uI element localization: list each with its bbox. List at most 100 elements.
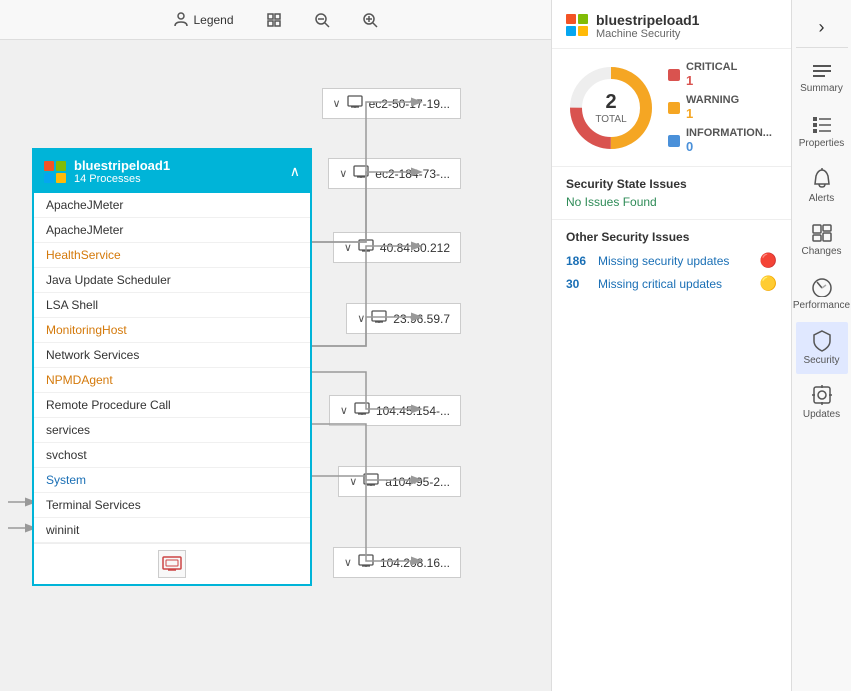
performance-icon — [811, 277, 833, 297]
remote-node-collapse[interactable]: ∨ — [349, 475, 357, 488]
node-card-subtitle: 14 Processes — [74, 173, 170, 185]
process-item[interactable]: Terminal Services — [34, 493, 310, 518]
process-item[interactable]: wininit — [34, 518, 310, 543]
sidebar-item-security[interactable]: Security — [796, 322, 848, 374]
remote-node[interactable]: ∨ 104.45.154-... — [329, 395, 461, 426]
info-dot — [668, 135, 680, 147]
sidebar-expand-button[interactable]: › — [796, 8, 848, 48]
updates-icon — [811, 384, 833, 406]
far-sidebar: › Summary Properties Alerts — [791, 0, 851, 691]
remote-node-collapse[interactable]: ∨ — [333, 97, 341, 110]
node-card: bluestripeload1 14 Processes ∧ ApacheJMe… — [32, 148, 312, 586]
summary-label: Summary — [800, 83, 843, 94]
security-panel: bluestripeload1 Machine Security 2 TOTAL — [551, 0, 791, 691]
canvas-area: Legend — [0, 0, 551, 691]
other-issue-item: 186 Missing security updates 🔴 — [566, 252, 777, 269]
sidebar-item-summary[interactable]: Summary — [796, 52, 848, 104]
node-details-button[interactable] — [158, 550, 186, 578]
remote-node-label: 40.84.50.212 — [380, 241, 450, 255]
remote-node-collapse[interactable]: ∨ — [357, 312, 365, 325]
legend-warning: WARNING 1 — [668, 94, 772, 121]
zoom-out-button[interactable] — [306, 8, 338, 32]
monitor-icon — [358, 554, 374, 571]
legend-button[interactable]: Legend — [165, 8, 241, 32]
process-item[interactable]: Java Update Scheduler — [34, 268, 310, 293]
fit-button[interactable] — [258, 8, 290, 32]
performance-label: Performance — [793, 300, 850, 311]
other-issue-item: 30Missing critical updates🟡 — [566, 275, 777, 292]
remote-node[interactable]: ∨23.96.59.7 — [346, 303, 461, 334]
process-item[interactable]: services — [34, 418, 310, 443]
process-item[interactable]: MonitoringHost — [34, 318, 310, 343]
windows-logo — [44, 161, 66, 183]
donut-section: 2 TOTAL CRITICAL 1 WARNING 1 — [552, 49, 791, 167]
sidebar-item-changes[interactable]: Changes — [796, 214, 848, 266]
process-item[interactable]: Network Services — [34, 343, 310, 368]
sidebar-item-performance[interactable]: Performance — [796, 268, 848, 320]
remote-node-collapse[interactable]: ∨ — [344, 556, 352, 569]
donut-chart: 2 TOTAL — [566, 63, 656, 153]
security-header: bluestripeload1 Machine Security — [552, 0, 791, 49]
node-card-header: bluestripeload1 14 Processes ∧ — [34, 150, 310, 193]
process-item[interactable]: HealthService — [34, 243, 310, 268]
properties-label: Properties — [799, 138, 845, 149]
remote-node-label: ec2-184-73-... — [375, 167, 450, 181]
security-windows-logo — [566, 14, 588, 36]
legend-label: Legend — [193, 13, 233, 27]
remote-node-collapse[interactable]: ∨ — [344, 241, 352, 254]
other-issue-count[interactable]: 30 — [566, 277, 590, 291]
process-item[interactable]: NPMDAgent — [34, 368, 310, 393]
process-item[interactable]: ApacheJMeter — [34, 218, 310, 243]
process-list: ApacheJMeterApacheJMeterHealthServiceJav… — [34, 193, 310, 543]
security-label: Security — [803, 355, 839, 366]
node-card-title: bluestripeload1 — [74, 158, 170, 173]
remote-node-label: 104.45.154-... — [376, 404, 450, 418]
monitor-icon — [354, 402, 370, 419]
donut-label: 2 TOTAL — [595, 91, 626, 125]
remote-node[interactable]: ∨ 40.84.50.212 — [333, 232, 461, 263]
warning-dot — [668, 102, 680, 114]
other-issues-list: 186 Missing security updates 🔴 30 Missing cr… — [566, 252, 777, 292]
alerts-label: Alerts — [809, 193, 835, 204]
no-issues-message: No Issues Found — [566, 195, 777, 209]
monitor-icon — [363, 473, 379, 490]
sidebar-item-properties[interactable]: Properties — [796, 106, 848, 158]
other-issue-count[interactable]: 186 — [566, 254, 590, 268]
monitor-icon — [353, 165, 369, 182]
critical-dot — [668, 69, 680, 81]
security-state-section: Security State Issues No Issues Found — [552, 167, 791, 220]
changes-icon — [811, 223, 833, 243]
monitor-icon — [371, 310, 387, 327]
legend-critical: CRITICAL 1 — [668, 61, 772, 88]
remote-node-collapse[interactable]: ∨ — [340, 404, 348, 417]
process-item[interactable]: System — [34, 468, 310, 493]
remote-node-label: ec2-50-17-19... — [369, 97, 450, 111]
other-issue-desc[interactable]: Missing critical updates — [598, 277, 752, 291]
remote-node-collapse[interactable]: ∨ — [339, 167, 347, 180]
monitor-icon — [347, 95, 363, 112]
process-item[interactable]: LSA Shell — [34, 293, 310, 318]
remote-node[interactable]: ∨ ec2-50-17-19... — [322, 88, 461, 119]
critical-warning-icon: 🔴 — [760, 252, 777, 269]
security-subtitle: Machine Security — [596, 28, 699, 40]
sidebar-item-alerts[interactable]: Alerts — [796, 160, 848, 212]
remote-node[interactable]: ∨ ec2-184-73-... — [328, 158, 461, 189]
node-card-footer — [34, 543, 310, 584]
remote-node[interactable]: ∨ 104.208.16... — [333, 547, 461, 578]
process-item[interactable]: svchost — [34, 443, 310, 468]
collapse-button[interactable]: ∧ — [290, 163, 300, 180]
summary-icon — [811, 62, 833, 80]
remote-node[interactable]: ∨ a104-95-2... — [338, 466, 461, 497]
other-issue-desc[interactable]: Missing security updates — [598, 254, 752, 268]
zoom-in-icon — [362, 12, 378, 28]
remote-node-label: a104-95-2... — [385, 475, 450, 489]
alerts-icon — [812, 168, 832, 190]
process-item[interactable]: Remote Procedure Call — [34, 393, 310, 418]
remote-node-label: 104.208.16... — [380, 556, 450, 570]
zoom-in-button[interactable] — [354, 8, 386, 32]
security-icon — [812, 330, 832, 352]
sidebar-item-updates[interactable]: Updates — [796, 376, 848, 428]
process-item[interactable]: ApacheJMeter — [34, 193, 310, 218]
legend-icon — [173, 12, 189, 28]
legend-info: INFORMATION... 0 — [668, 127, 772, 154]
